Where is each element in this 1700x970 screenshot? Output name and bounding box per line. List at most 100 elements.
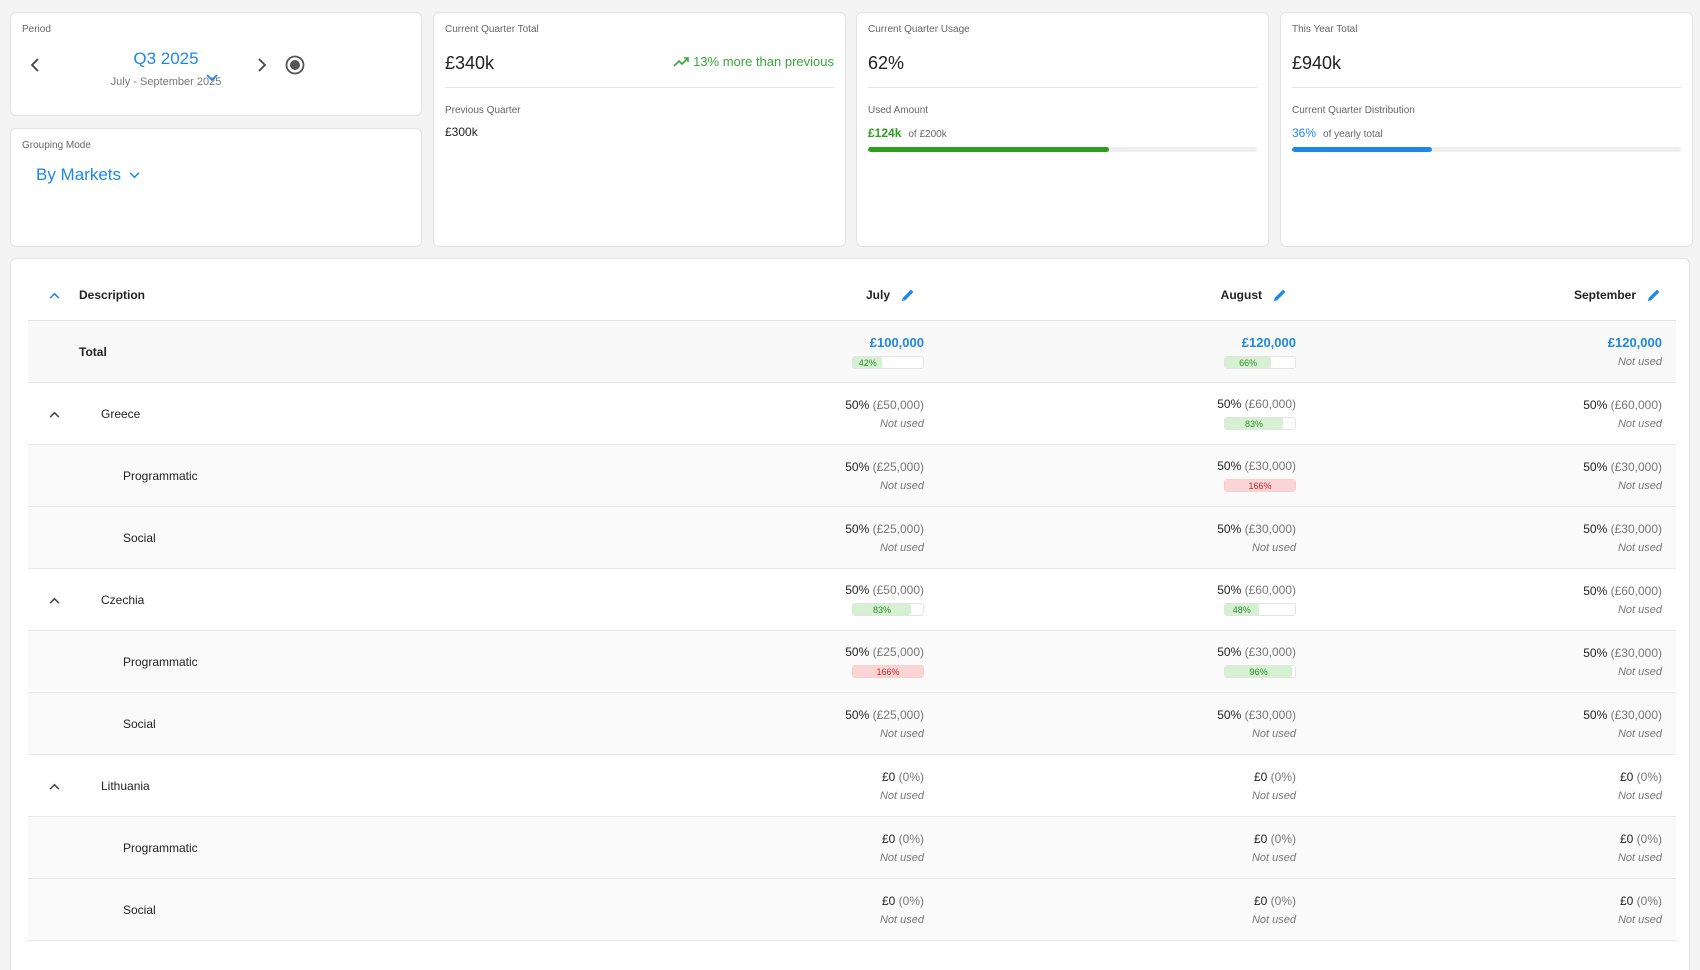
chevron-up-icon (49, 783, 59, 790)
usage-percent: 83% (873, 605, 892, 615)
allocation-detail: (0%) (1270, 893, 1296, 908)
grouping-mode-dropdown[interactable]: By Markets (36, 165, 140, 185)
allocation-amount[interactable]: 50% (£30,000) (1217, 645, 1296, 659)
allocation-amount[interactable]: 50% (£30,000) (1217, 522, 1296, 536)
month-cell: £120,000 Not used (1608, 321, 1662, 382)
month-cell: £0 (0%) Not used (1252, 755, 1296, 816)
grouping-label: Grouping Mode (22, 140, 91, 151)
allocation-share: 50% (845, 397, 870, 412)
allocation-amount[interactable]: £0 (0%) (1254, 770, 1296, 784)
month-cell: 50% (£60,000) 48% (1217, 569, 1296, 630)
allocation-amount[interactable]: 50% (£25,000) (845, 522, 924, 536)
allocation-detail: (0%) (1636, 893, 1662, 908)
row-label: Social (123, 530, 156, 545)
allocation-amount[interactable]: £0 (0%) (882, 894, 924, 908)
allocation-amount[interactable]: £0 (0%) (1254, 894, 1296, 908)
month-cell: 50% (£60,000) Not used (1583, 383, 1662, 444)
usage-bar: 42% (852, 355, 924, 369)
collapse-group-button[interactable] (41, 773, 67, 799)
allocation-amount[interactable]: 50% (£25,000) (845, 460, 924, 474)
allocation-detail: (£30,000) (1244, 459, 1296, 473)
allocation-amount[interactable]: 50% (£25,000) (845, 645, 924, 659)
month-cell: 50% (£60,000) Not used (1583, 569, 1662, 630)
usage-status: Not used (1617, 479, 1662, 492)
allocation-amount[interactable]: 50% (£25,000) (845, 708, 924, 722)
quarter-trend: 13% more than previous (673, 54, 834, 69)
allocation-share: £0 (881, 769, 896, 784)
collapse-all-button[interactable] (41, 282, 67, 308)
allocation-amount[interactable]: 50% (£60,000) (1583, 398, 1662, 412)
allocation-amount[interactable]: 50% (£60,000) (1217, 583, 1296, 597)
month-cell: £0 (0%) Not used (880, 755, 924, 816)
usage-percent: 42% (858, 357, 877, 368)
divider (1292, 87, 1681, 88)
previous-quarter-value: £300k (445, 125, 478, 139)
allocation-amount[interactable]: £0 (0%) (882, 770, 924, 784)
allocation-amount[interactable]: £0 (0%) (1254, 832, 1296, 846)
usage-status: Not used (879, 479, 924, 492)
allocation-detail: (£60,000) (1244, 397, 1296, 411)
quarter-total-label: Current Quarter Total (445, 24, 539, 35)
current-period-button[interactable] (283, 53, 307, 77)
previous-period-button[interactable] (25, 55, 45, 75)
allocation-amount[interactable]: £0 (0%) (1620, 832, 1662, 846)
collapse-group-button[interactable] (41, 401, 67, 427)
allocation-amount[interactable]: 50% (£30,000) (1583, 522, 1662, 536)
total-amount[interactable]: £120,000 (1242, 335, 1296, 350)
usage-percent: 83% (1245, 419, 1264, 429)
month-cell: 50% (£30,000) Not used (1583, 445, 1662, 506)
july-header: July (866, 269, 916, 320)
usage-status: Not used (1617, 727, 1662, 740)
table-row: Greece 50% (£50,000) Not used 50% (£60,000)… (28, 383, 1676, 445)
usage-status: Not used (1617, 417, 1662, 430)
allocation-detail: (£25,000) (872, 521, 924, 536)
allocation-amount[interactable]: £0 (0%) (1620, 770, 1662, 784)
allocation-amount[interactable]: 50% (£60,000) (1217, 397, 1296, 411)
allocation-detail: (£50,000) (872, 583, 924, 597)
edit-august-button[interactable] (1272, 287, 1288, 303)
table-row: Programmatic £0 (0%) Not used £0 (0%) Not us… (28, 817, 1676, 879)
edit-july-button[interactable] (900, 287, 916, 303)
distribution-progress-fill (1292, 147, 1433, 152)
allocation-share: 50% (1583, 459, 1608, 474)
description-header: Description (79, 269, 145, 320)
edit-september-button[interactable] (1646, 287, 1662, 303)
month-cell: 50% (£30,000) Not used (1583, 507, 1662, 568)
allocation-amount[interactable]: 50% (£30,000) (1583, 646, 1662, 660)
period-dropdown-button[interactable] (204, 71, 220, 85)
allocation-amount[interactable]: 50% (£30,000) (1217, 708, 1296, 722)
allocation-amount[interactable]: 50% (£30,000) (1583, 708, 1662, 722)
total-amount[interactable]: £100,000 (870, 335, 924, 350)
allocation-amount[interactable]: 50% (£60,000) (1583, 584, 1662, 598)
allocation-amount[interactable]: £0 (0%) (1620, 894, 1662, 908)
collapse-group-button[interactable] (41, 587, 67, 613)
usage-bar: 83% (852, 603, 924, 616)
divider (868, 87, 1257, 88)
allocation-amount[interactable]: 50% (£30,000) (1217, 459, 1296, 473)
usage-status: Not used (1617, 851, 1662, 864)
period-value[interactable]: Q3 2025 (101, 49, 231, 69)
distribution-note: of yearly total (1323, 129, 1383, 140)
next-period-button[interactable] (252, 55, 272, 75)
allocation-amount[interactable]: 50% (£50,000) (845, 398, 924, 412)
allocation-amount[interactable]: £0 (0%) (882, 832, 924, 846)
chevron-up-icon (49, 411, 59, 418)
total-amount[interactable]: £120,000 (1608, 335, 1662, 350)
allocation-detail: (£25,000) (872, 645, 924, 659)
table-row: Social 50% (£25,000) Not used 50% (£30,000)… (28, 507, 1676, 569)
allocation-amount[interactable]: 50% (£30,000) (1583, 460, 1662, 474)
month-cell: £0 (0%) Not used (1252, 817, 1296, 878)
month-cell: 50% (£25,000) Not used (845, 507, 924, 568)
usage-status: Not used (879, 417, 924, 430)
allocation-detail: (£25,000) (872, 707, 924, 722)
usage-status: Not used (1617, 789, 1662, 802)
used-amount-value: £124k (868, 126, 902, 140)
chevron-up-icon (49, 597, 59, 604)
allocation-detail: (£60,000) (1244, 583, 1296, 597)
usage-status: Not used (1251, 851, 1296, 864)
allocation-amount[interactable]: 50% (£50,000) (845, 583, 924, 597)
month-cell: 50% (£50,000) 83% (845, 569, 924, 630)
usage-bar: 83% (1224, 417, 1296, 430)
month-cell: £0 (0%) Not used (880, 879, 924, 940)
trending-up-icon (673, 56, 689, 67)
